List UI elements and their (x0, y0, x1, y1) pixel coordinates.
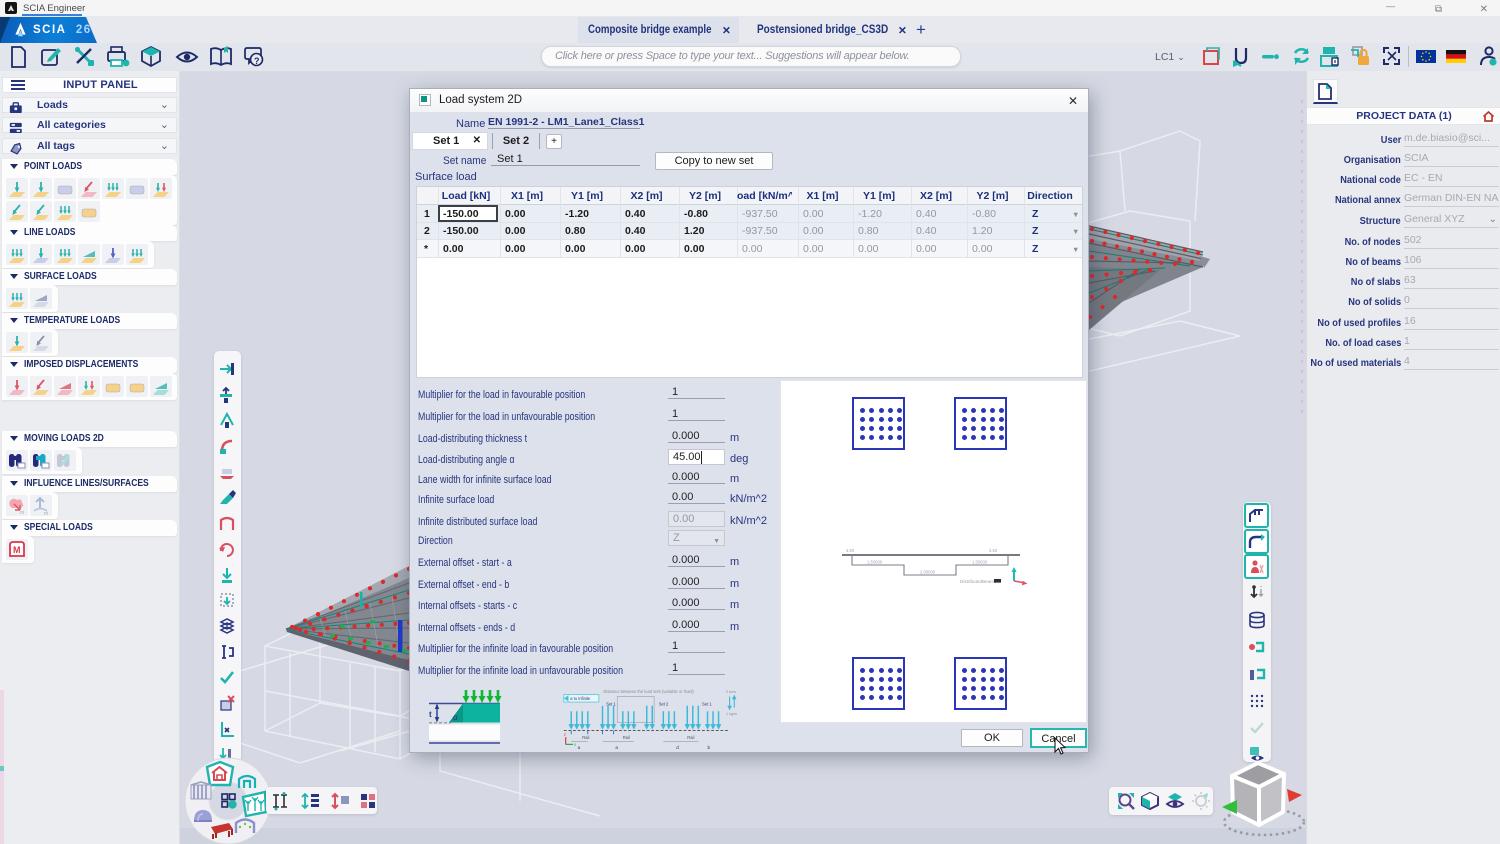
svg-text:a to infinite: a to infinite (570, 696, 591, 701)
svg-text:t: t (429, 710, 432, 719)
svg-text:1.50000: 1.50000 (972, 560, 988, 565)
svg-text:2.00000: 2.00000 (920, 570, 936, 575)
svg-text:1.50000: 1.50000 (867, 560, 883, 565)
svg-text:Rail: Rail (687, 735, 694, 740)
svg-text:x: x (574, 742, 577, 747)
svg-text:Set 1: Set 1 (702, 702, 712, 707)
svg-text:d: d (676, 745, 679, 750)
svg-text:M: M (13, 545, 21, 555)
svg-text:DistributedBeams: DistributedBeams (960, 579, 997, 584)
svg-text:α: α (453, 713, 458, 722)
svg-text:Distance between the load sets: Distance between the load sets (variable… (603, 689, 694, 694)
svg-text:2 tons: 2 tons (726, 690, 736, 694)
svg-text:3.50: 3.50 (846, 548, 855, 553)
svg-text:a: a (578, 745, 581, 750)
svg-text:Rail: Rail (623, 735, 630, 740)
svg-text:Set 2: Set 2 (659, 702, 669, 707)
svg-text:Rail: Rail (582, 735, 589, 740)
svg-text:?: ? (254, 56, 260, 66)
svg-text:z: z (564, 732, 566, 737)
svg-text:m: m (20, 510, 24, 516)
svg-text:3.50: 3.50 (989, 548, 998, 553)
svg-text:1 kg/m: 1 kg/m (726, 712, 737, 716)
svg-text:a: a (615, 745, 618, 750)
svg-text:m: m (44, 511, 48, 517)
svg-text:b: b (708, 745, 711, 750)
